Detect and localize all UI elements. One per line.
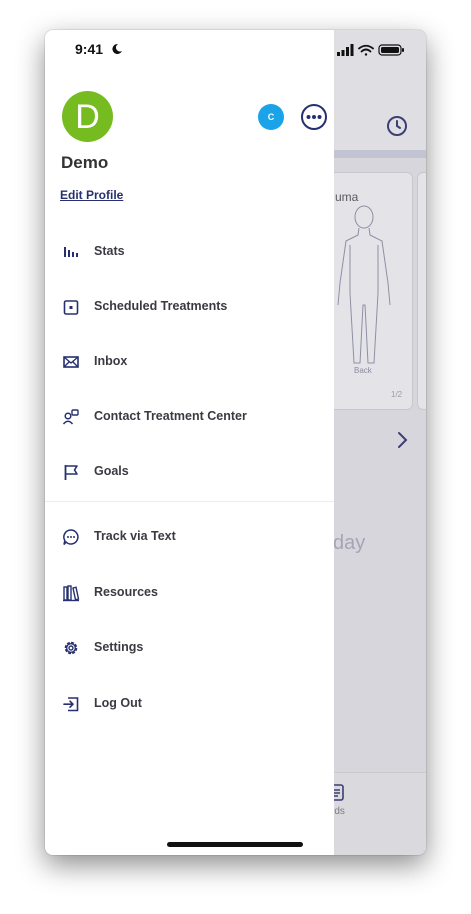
calendar-icon <box>63 300 79 315</box>
logout-icon <box>63 697 79 712</box>
history-icon <box>387 116 407 136</box>
card-title: uma <box>335 190 359 204</box>
wifi-icon <box>358 44 374 56</box>
menu-label-scheduled-treatments: Scheduled Treatments <box>94 299 228 313</box>
flag-icon <box>64 465 78 480</box>
card-back-label: Back <box>354 366 372 375</box>
menu-item-stats[interactable]: Stats <box>45 232 334 272</box>
status-time: 9:41 <box>75 41 104 57</box>
more-options-icon[interactable] <box>300 103 328 131</box>
background-day-text: day <box>333 532 366 554</box>
avatar[interactable]: D <box>62 91 113 142</box>
menu-item-contact-treatment-center[interactable]: Contact Treatment Center <box>45 397 334 437</box>
menu-item-resources[interactable]: Resources <box>45 573 334 613</box>
menu-label-track-via-text: Track via Text <box>94 529 176 543</box>
menu-label-settings: Settings <box>94 640 144 654</box>
chat-icon <box>63 529 79 545</box>
menu-label-log-out: Log Out <box>94 696 142 710</box>
menu-item-scheduled-treatments[interactable]: Scheduled Treatments <box>45 287 334 327</box>
profile-name: Demo <box>61 153 109 172</box>
bar-chart-icon <box>64 247 78 257</box>
contact-icon <box>62 409 79 425</box>
menu-item-log-out[interactable]: Log Out <box>45 684 334 724</box>
phone-frame: uma Back 1/2 day rds 9:41 D C Demo Edit … <box>45 30 426 855</box>
center-badge[interactable]: C <box>258 104 284 130</box>
next-card <box>417 172 426 410</box>
books-icon <box>63 585 80 602</box>
gear-icon <box>64 641 78 655</box>
card-pager: 1/2 <box>391 390 403 399</box>
menu-item-settings[interactable]: Settings <box>45 628 334 668</box>
moon-icon <box>112 43 122 54</box>
chevron-right-icon <box>398 432 408 448</box>
menu-label-inbox: Inbox <box>94 354 128 368</box>
envelope-icon <box>63 356 79 368</box>
menu-label-stats: Stats <box>94 244 125 258</box>
battery-icon <box>378 44 404 56</box>
menu-item-inbox[interactable]: Inbox <box>45 342 334 382</box>
menu-label-contact-treatment-center: Contact Treatment Center <box>94 409 247 423</box>
status-icons <box>337 44 404 56</box>
menu-item-track-via-text[interactable]: Track via Text <box>45 517 334 557</box>
edit-profile-link[interactable]: Edit Profile <box>60 188 123 202</box>
menu-label-goals: Goals <box>94 464 129 478</box>
menu-item-goals[interactable]: Goals <box>45 452 334 492</box>
home-indicator <box>167 842 303 847</box>
menu-divider <box>45 501 334 502</box>
signal-icon <box>337 44 354 56</box>
menu-label-resources: Resources <box>94 585 158 599</box>
